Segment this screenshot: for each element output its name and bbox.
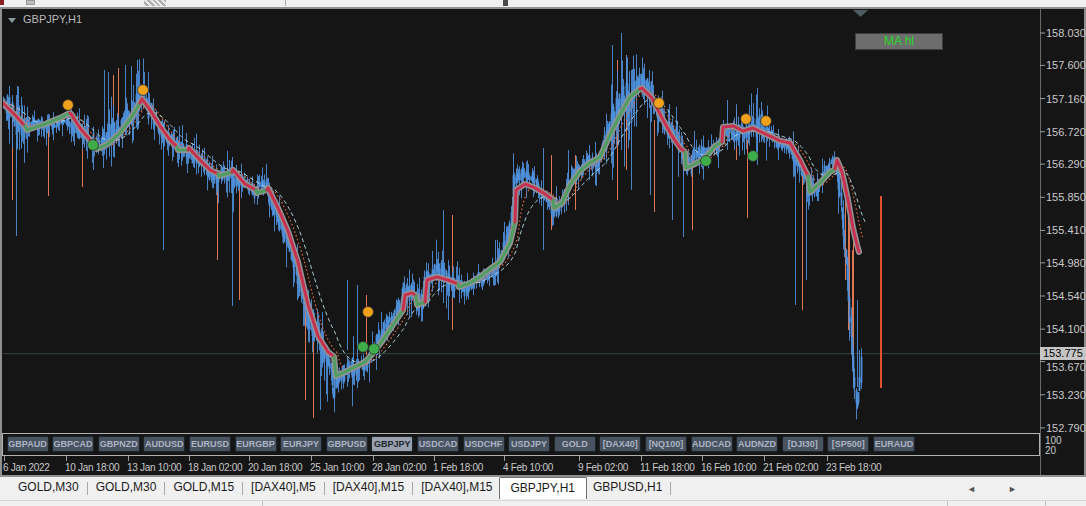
toolbar-strip [0,0,1086,7]
chart-tab-bar: GOLD,M30GOLD,M30GOLD,M15[DAX40],M5[DAX40… [0,477,1086,500]
time-axis-label: 4 Feb 10:00 [503,462,553,473]
symbol-button-audcad[interactable]: AUDCAD [691,436,733,452]
tab-separator [412,482,413,495]
time-axis-label: 13 Jan 10:00 [127,462,181,473]
chart-tab-gbpjpyh1[interactable]: GBPJPY,H1 [499,477,587,499]
symbol-switcher-panel: GBPAUDGBPCADGBPNZDAUDUSDEURUSDEURGBPEURJ… [2,433,1040,456]
chart-tab-gbpusdh1[interactable]: GBPUSD,H1 [587,477,668,499]
statusbar-divider [1045,501,1046,506]
price-axis-label: 156.720 [1046,126,1086,138]
sell-signal-dot [63,100,74,111]
sell-signal-dot [138,85,149,96]
sell-signal-dot [363,307,374,318]
tab-separator [242,482,243,495]
subwindow-scale-min: 20 [1045,445,1056,456]
chart-tab-dax40m5[interactable]: [DAX40],M5 [245,477,322,499]
symbol-button-dax40[interactable]: [DAX40] [599,436,641,452]
mt5-window: GBPJPY,H1 MA hl 158.030 157.600 157.160 156… [0,0,1086,506]
toolbar-fragment-dark [503,0,508,6]
time-axis-label: 20 Jan 18:00 [248,462,302,473]
symbol-button-gbpnzd[interactable]: GBPNZD [98,436,140,452]
symbol-button-audusd[interactable]: AUDUSD [143,436,185,452]
tab-separator [87,482,88,495]
buy-signal-dot [748,151,759,162]
sell-signal-dot [654,98,665,109]
indicator-name-badge[interactable]: MA hl [855,33,943,50]
toolbar-grip [144,0,166,6]
price-axis-label: 152.790 [1046,422,1086,434]
statusbar-divider [947,501,948,506]
toolbar-fragment-icon [26,0,35,5]
time-axis-label: 16 Feb 10:00 [701,462,756,473]
price-axis-label: 158.030 [1046,27,1086,39]
symbol-button-gbpjpy[interactable]: GBPJPY [371,436,413,452]
symbol-button-eurusd[interactable]: EURUSD [189,436,231,452]
price-axis-label: 153.230 [1046,389,1086,401]
time-axis-label: 6 Jan 2022 [3,462,50,473]
time-axis-label: 1 Feb 18:00 [433,462,483,473]
chart-symbol-label[interactable]: GBPJPY,H1 [8,13,82,25]
tab-scroll-left-icon[interactable]: ◄ [967,484,976,494]
time-axis-label: 25 Jan 10:00 [310,462,364,473]
price-axis-label: 155.850 [1046,191,1086,203]
price-axis-label: 154.100 [1046,323,1086,335]
price-axis-label: 157.160 [1046,93,1086,105]
sell-signal-dot [761,116,772,127]
time-axis-label: 23 Feb 18:00 [826,462,881,473]
buy-signal-dot [358,341,369,352]
chart-tab-goldm15[interactable]: GOLD,M15 [167,477,240,499]
toolbar-fragment-red [0,0,4,5]
symbol-button-usdchf[interactable]: USDCHF [463,436,505,452]
status-bar [0,500,1086,506]
price-axis-label: 154.980 [1046,257,1086,269]
chart-tab-goldm30[interactable]: GOLD,M30 [12,477,85,499]
tab-separator [324,482,325,495]
time-axis-label: 11 Feb 18:00 [640,462,695,473]
time-axis-label: 28 Jan 02:00 [372,462,426,473]
symbol-button-usdjpy[interactable]: USDJPY [508,436,550,452]
symbol-button-euraud[interactable]: EURAUD [873,436,915,452]
symbol-button-gbpaud[interactable]: GBPAUD [7,436,49,452]
buy-signal-dot [88,140,99,151]
price-chart[interactable] [0,0,1086,506]
price-axis-label: 156.290 [1046,158,1086,170]
symbol-button-dji30[interactable]: [DJI30] [782,436,824,452]
symbol-button-usdcad[interactable]: USDCAD [417,436,459,452]
time-axis-label: 21 Feb 02:00 [763,462,818,473]
symbol-period-text: GBPJPY,H1 [23,13,82,25]
price-axis-label: 153.670 [1046,361,1086,373]
symbol-button-gbpusd[interactable]: GBPUSD [326,436,368,452]
sell-signal-dot [741,114,752,125]
price-axis-label: 154.540 [1046,290,1086,302]
symbol-button-sp500[interactable]: [SP500] [827,436,869,452]
price-axis-label: 157.600 [1046,59,1086,71]
statusbar-divider [262,501,263,506]
time-axis-label: 9 Feb 02:00 [578,462,628,473]
tab-scroll-right-icon[interactable]: ► [1008,484,1017,494]
current-price-badge: 153.775 [1040,347,1086,360]
tab-separator [164,482,165,495]
price-axis-label: 155.410 [1046,224,1086,236]
chart-tab-goldm30[interactable]: GOLD,M30 [90,477,163,499]
symbol-button-eurjpy[interactable]: EURJPY [280,436,322,452]
buy-signal-dot [369,344,380,355]
symbol-button-gold[interactable]: GOLD [554,436,596,452]
symbol-button-audnzd[interactable]: AUDNZD [736,436,778,452]
time-axis-label: 10 Jan 18:00 [65,462,119,473]
chart-tab-dax40m15[interactable]: [DAX40],M15 [327,477,410,499]
symbol-button-eurgbp[interactable]: EURGBP [235,436,277,452]
buy-signal-dot [701,156,712,167]
toolbar-separator [285,0,286,6]
symbol-button-nq100[interactable]: [NQ100] [645,436,687,452]
collapse-triangle-icon[interactable] [8,18,16,23]
symbol-button-gbpcad[interactable]: GBPCAD [52,436,94,452]
chart-tab-dax40m15[interactable]: [DAX40],M15 [415,477,498,499]
time-axis-label: 18 Jan 02:00 [188,462,242,473]
tab-separator [670,482,671,495]
